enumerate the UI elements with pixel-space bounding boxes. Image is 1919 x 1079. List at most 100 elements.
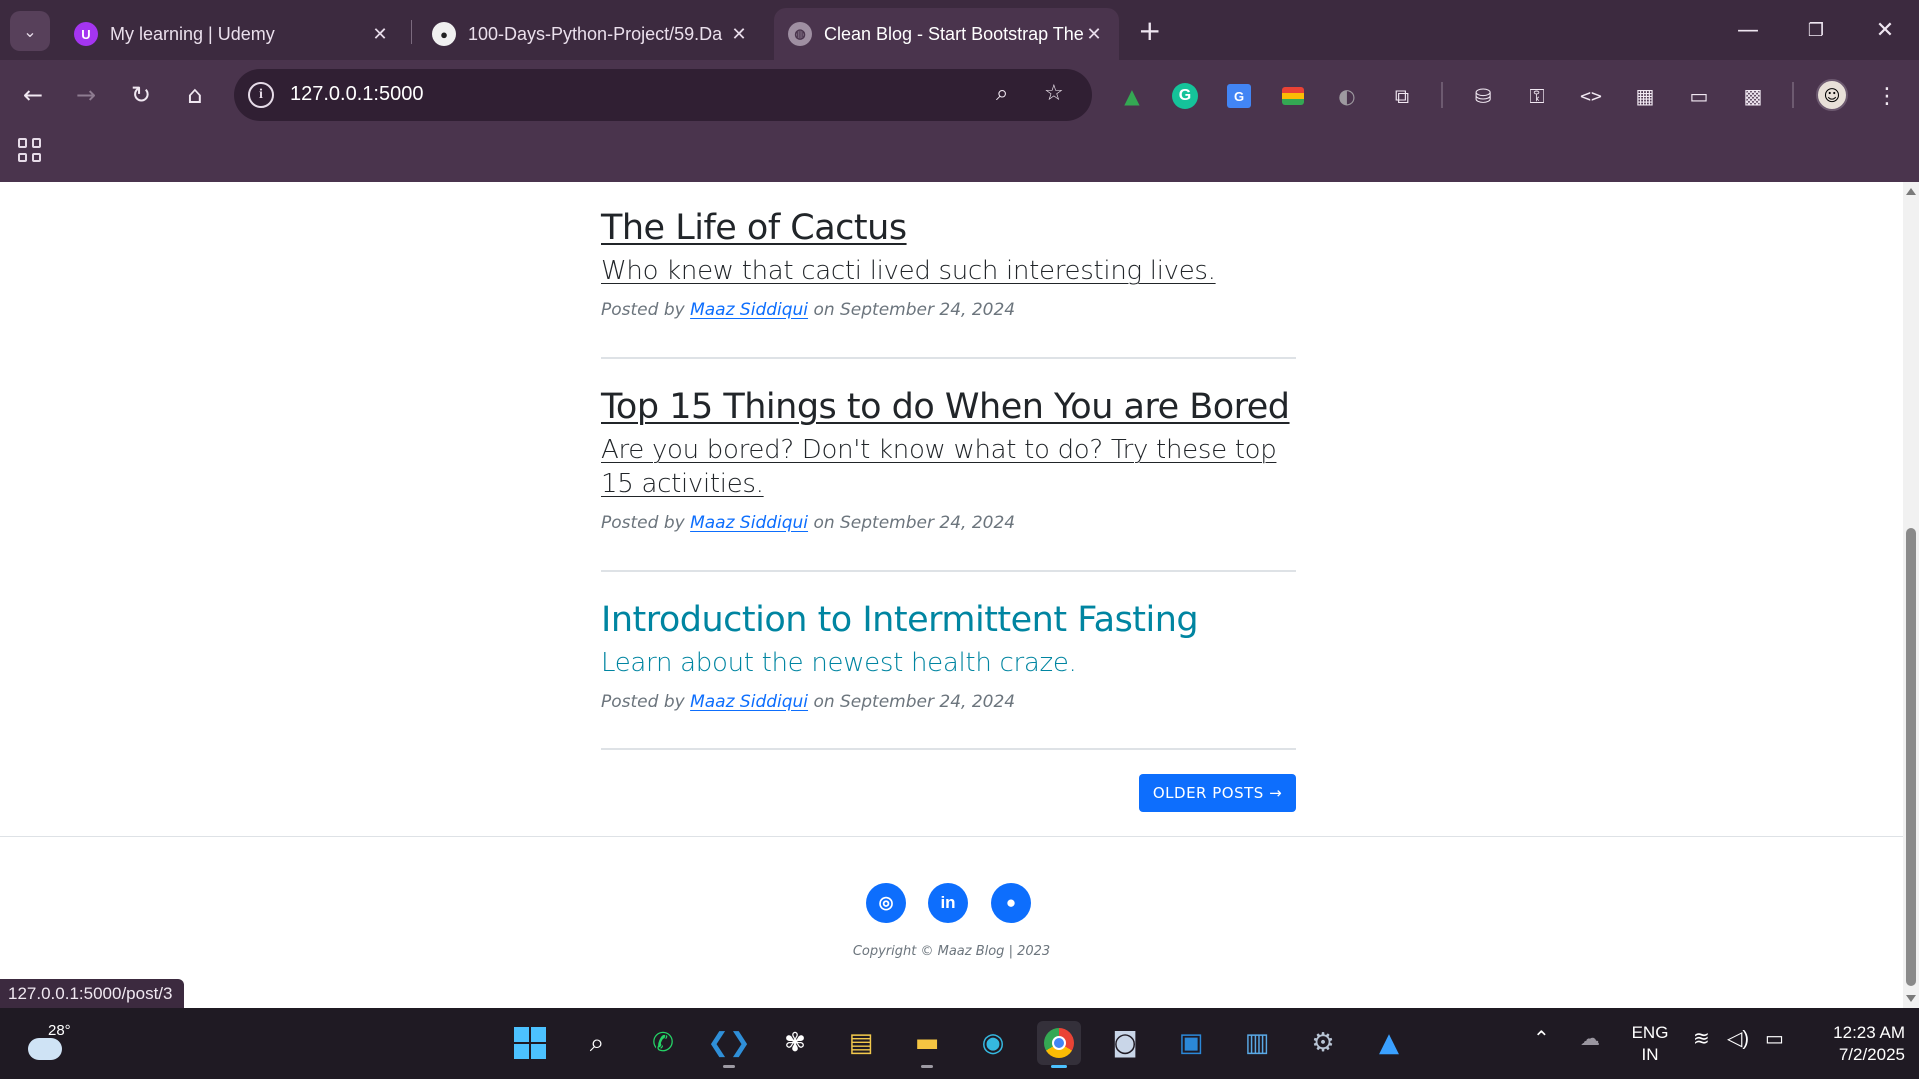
qr-code-icon[interactable]: ▩ [1735, 78, 1771, 114]
post-divider [601, 357, 1296, 359]
chrome-app[interactable] [1037, 1021, 1081, 1068]
start-button[interactable] [508, 1021, 552, 1065]
grammarly-icon[interactable]: G [1167, 78, 1203, 114]
author-link[interactable]: Maaz Siddiqui [690, 300, 808, 320]
microsoft-store-app[interactable]: ▤ [839, 1021, 883, 1065]
clock-date: 7/2/2025 [1838, 1045, 1905, 1064]
google-translate-icon[interactable]: G [1221, 78, 1257, 114]
tray-overflow-chevron-icon[interactable]: ⌃ [1533, 1026, 1550, 1051]
vpn-extension-icon[interactable]: ◐ [1329, 78, 1365, 114]
forward-button[interactable]: → [66, 78, 106, 112]
older-posts-button[interactable]: OLDER POSTS → [1139, 774, 1296, 812]
extensions-puzzle-icon[interactable]: ⧉ [1384, 78, 1420, 114]
home-icon: ⌂ [187, 81, 203, 109]
whatsapp-app[interactable]: ✆ [641, 1021, 685, 1065]
post-preview[interactable]: Introduction to Intermittent Fasting Lea… [601, 598, 1296, 712]
battery-icon[interactable]: ▭ [1765, 1026, 1784, 1051]
clock-time: 12:23 AM [1833, 1023, 1905, 1042]
notepad-app[interactable]: ▥ [1235, 1021, 1279, 1065]
password-key-icon[interactable]: ⚿ [1519, 78, 1555, 114]
udemy-icon: U [74, 22, 98, 46]
reload-button[interactable]: ↻ [121, 78, 161, 112]
scroll-up-arrow-icon[interactable] [1906, 188, 1916, 195]
incognito-icon[interactable]: ⛁ [1465, 78, 1501, 114]
store-icon: ▤ [848, 1028, 874, 1058]
scroll-down-arrow-icon[interactable] [1906, 995, 1916, 1002]
extension-icon[interactable] [1275, 78, 1311, 114]
language-indicator[interactable]: ENG IN [1627, 1022, 1673, 1066]
tab-udemy[interactable]: U My learning | Udemy ✕ [60, 8, 405, 60]
tab-search-button[interactable]: ⌄ [10, 11, 50, 51]
post-subtitle[interactable]: Learn about the newest health craze. [601, 646, 1296, 680]
tab-title: 100-Days-Python-Project/59.Da [468, 23, 723, 44]
close-window-button[interactable]: ✕ [1860, 10, 1910, 50]
github-icon: ● [432, 22, 456, 46]
meta-date: on September 24, 2024 [813, 692, 1016, 712]
settings-app[interactable]: ⚙ [1301, 1021, 1345, 1065]
linkedin-icon[interactable]: in [928, 883, 968, 923]
back-button[interactable]: ← [13, 78, 53, 112]
avatar-icon: ☺ [1823, 85, 1841, 105]
photos-app[interactable]: ▲ [1367, 1021, 1411, 1065]
address-bar[interactable]: i 127.0.0.1:5000 ⌕ ☆ [234, 69, 1092, 121]
layout-panel-icon[interactable]: ▦ [1627, 78, 1663, 114]
post-preview[interactable]: Top 15 Things to do When You are Bored A… [601, 385, 1296, 533]
instagram-icon[interactable]: ◎ [866, 883, 906, 923]
link-status-bubble: 127.0.0.1:5000/post/3 [0, 979, 185, 1009]
url-text[interactable]: 127.0.0.1:5000 [290, 83, 423, 106]
tab-github[interactable]: ● 100-Days-Python-Project/59.Da ✕ [418, 8, 764, 60]
post-subtitle[interactable]: Are you bored? Don't know what to do? Tr… [601, 433, 1296, 501]
author-link[interactable]: Maaz Siddiqui [690, 513, 808, 533]
restore-button[interactable]: ❐ [1791, 10, 1841, 50]
scrollbar-thumb[interactable] [1906, 528, 1916, 986]
page-scrollbar[interactable] [1903, 182, 1919, 1008]
author-link[interactable]: Maaz Siddiqui [690, 692, 808, 712]
chevron-down-icon: ⌄ [23, 21, 37, 41]
wifi-icon[interactable]: ≋ [1693, 1026, 1710, 1051]
zoom-icon[interactable]: ⌕ [996, 81, 1008, 106]
volume-icon[interactable]: ◁) [1727, 1026, 1749, 1051]
bookmark-star-icon[interactable]: ☆ [1044, 81, 1064, 106]
camera-app[interactable]: ◙ [1103, 1021, 1147, 1065]
chatgpt-app[interactable]: ✾ [773, 1021, 817, 1065]
close-icon[interactable]: ✕ [728, 24, 750, 45]
profile-avatar[interactable]: ☺ [1816, 79, 1848, 111]
meta-date: on September 24, 2024 [813, 300, 1016, 320]
post-title[interactable]: Top 15 Things to do When You are Bored [601, 385, 1296, 429]
blog-page: The Life of Cactus Who knew that cacti l… [0, 182, 1903, 1008]
language-code: ENG [1631, 1023, 1669, 1042]
search-button[interactable]: ⌕ [575, 1021, 619, 1065]
menu-kebab-icon[interactable]: ⋮ [1869, 78, 1905, 114]
new-tab-button[interactable]: + [1138, 14, 1161, 47]
weather-widget[interactable]: 28° [26, 1022, 76, 1066]
devtools-code-icon[interactable]: <> [1573, 78, 1609, 114]
github-icon[interactable]: ● [991, 883, 1031, 923]
post-title[interactable]: The Life of Cactus [601, 206, 1296, 250]
home-button[interactable]: ⌂ [175, 78, 215, 112]
vscode-app[interactable]: ❮❯ [707, 1021, 751, 1068]
post-title[interactable]: Introduction to Intermittent Fasting [601, 598, 1296, 642]
file-explorer-app[interactable]: ▬ [905, 1021, 949, 1068]
remote-desktop-app[interactable]: ▣ [1169, 1021, 1213, 1065]
toolbar-separator [1441, 82, 1443, 108]
google-drive-icon[interactable]: ▲ [1114, 78, 1150, 114]
apps-grid-icon[interactable] [18, 138, 42, 162]
copyright-text: Copyright © Maaz Blog | 2023 [852, 944, 1051, 959]
device-mode-icon[interactable]: ▭ [1681, 78, 1717, 114]
reload-icon: ↻ [130, 81, 152, 109]
vscode-icon: ❮❯ [707, 1028, 751, 1058]
minimize-button[interactable]: — [1723, 10, 1773, 50]
close-icon[interactable]: ✕ [1083, 24, 1105, 45]
tab-clean-blog[interactable]: ◍ Clean Blog - Start Bootstrap The ✕ [774, 8, 1119, 60]
close-icon[interactable]: ✕ [369, 24, 391, 45]
system-clock[interactable]: 12:23 AM 7/2/2025 [1805, 1022, 1905, 1066]
meta-prefix: Posted by [601, 300, 685, 320]
site-info-icon[interactable]: i [248, 82, 274, 108]
tab-separator [411, 20, 412, 44]
post-subtitle[interactable]: Who knew that cacti lived such interesti… [601, 254, 1296, 288]
edge-app[interactable]: ◉ [971, 1021, 1015, 1065]
tab-title: My learning | Udemy [110, 23, 275, 44]
globe-icon: ◍ [788, 22, 812, 46]
post-preview[interactable]: The Life of Cactus Who knew that cacti l… [601, 206, 1296, 320]
onedrive-icon[interactable]: ☁ [1580, 1026, 1600, 1051]
